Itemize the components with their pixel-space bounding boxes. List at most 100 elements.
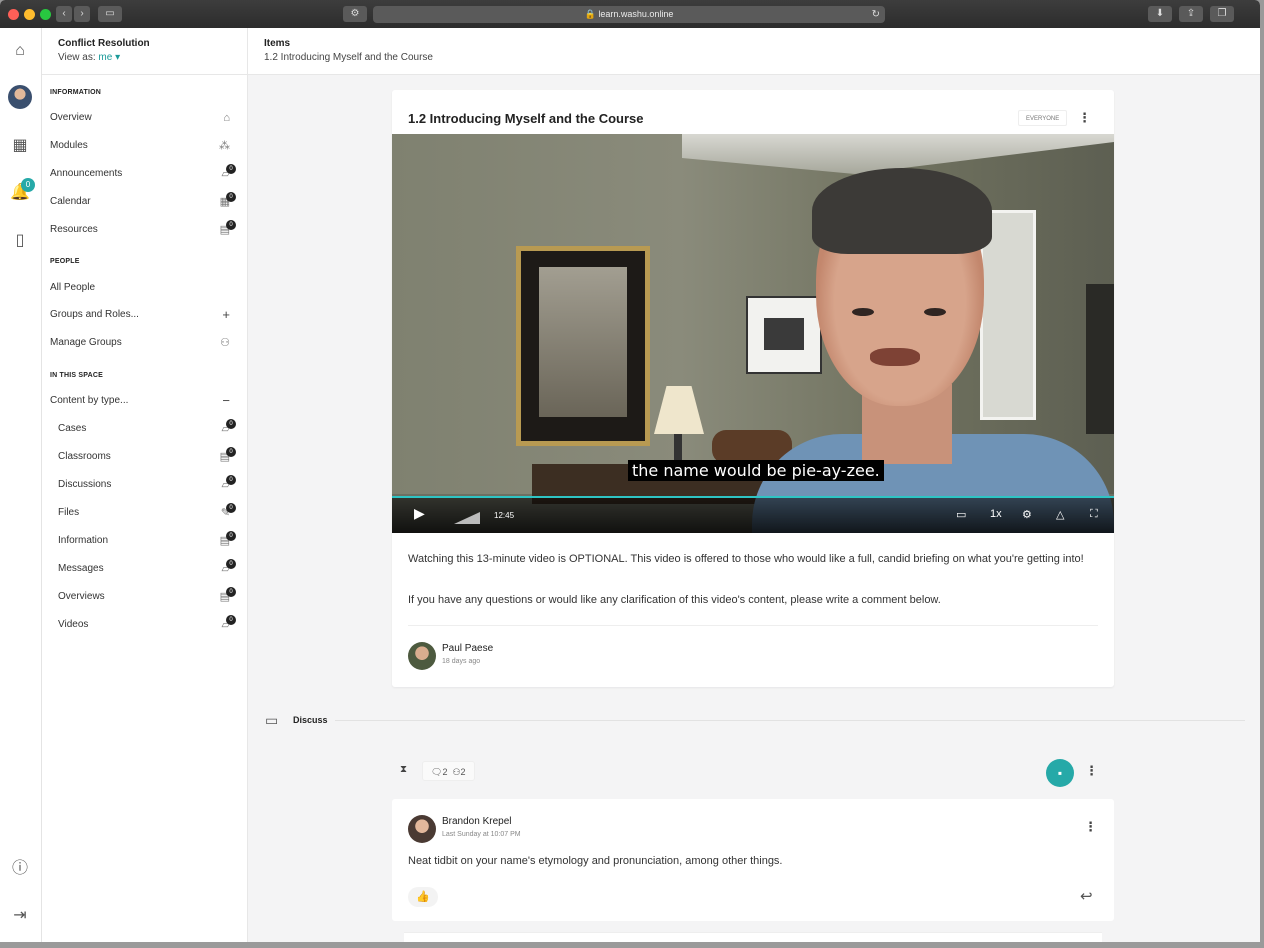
- page-title: 1.2 Introducing Myself and the Course: [264, 52, 433, 63]
- address-bar[interactable]: 🔒 learn.washu.online ↻: [373, 6, 885, 23]
- captions-icon[interactable]: ▭: [956, 508, 966, 521]
- sidebar-item-calendar[interactable]: Calendar ▦ 0: [50, 192, 236, 212]
- forward-icon[interactable]: ›: [74, 6, 90, 22]
- sidebar-item-all-people[interactable]: All People: [50, 278, 236, 298]
- participant-count: 2: [460, 767, 466, 777]
- sidebar-item-files[interactable]: Files ✎ 0: [58, 503, 236, 523]
- video-player[interactable]: the name would be pie-ay-zee. ▶ 12:45 ▭ …: [392, 134, 1114, 533]
- comment-author[interactable]: Brandon Krepel: [442, 816, 512, 827]
- browser-titlebar: ‹ › ▭ ⚙ 🔒 learn.washu.online ↻ ⬇ ⇪ ❐: [0, 0, 1260, 28]
- user-avatar[interactable]: [8, 85, 32, 109]
- sidebar-item-overviews[interactable]: Overviews ▤ 0: [58, 587, 236, 607]
- avatar[interactable]: [408, 642, 436, 670]
- view-as-selector[interactable]: View as: me ▾: [58, 52, 247, 63]
- audience-badge[interactable]: EVERYONE: [1018, 110, 1068, 126]
- close-window-button[interactable]: [8, 9, 19, 20]
- minus-icon[interactable]: −: [222, 391, 230, 411]
- home-icon[interactable]: ⌂: [9, 40, 31, 62]
- zoom-window-button[interactable]: [40, 9, 51, 20]
- sidebar-item-manage-groups[interactable]: Manage Groups ⚇: [50, 333, 236, 353]
- site-settings-icon[interactable]: ⚙: [343, 6, 367, 22]
- notification-badge: 0: [21, 178, 35, 192]
- content-header: Items 1.2 Introducing Myself and the Cou…: [248, 28, 1260, 75]
- section-people: PEOPLE: [50, 258, 80, 265]
- more-options-icon[interactable]: ⋮: [1078, 110, 1091, 126]
- view-as-value[interactable]: me ▾: [98, 52, 120, 63]
- video-time: 12:45: [494, 511, 515, 520]
- avatar[interactable]: [408, 815, 436, 843]
- breadcrumb[interactable]: Items: [264, 38, 1260, 49]
- sidebar-item-modules[interactable]: Modules ⁂: [50, 136, 236, 156]
- author-name[interactable]: Paul Paese: [442, 643, 493, 654]
- reply-icon[interactable]: ↩: [1080, 887, 1093, 905]
- thumbs-up-icon[interactable]: 👍: [408, 887, 438, 907]
- share-icon[interactable]: ⇪: [1179, 6, 1203, 22]
- download-icon[interactable]: ⬇: [1148, 6, 1172, 22]
- video-controls: ▶ 12:45 ▭ 1x ⚙ △ ⛶: [392, 498, 1114, 533]
- count-badge: 0: [226, 475, 236, 485]
- discuss-icon: ▭: [265, 712, 279, 728]
- discussion-stats: 🗨2 ⚇2: [422, 761, 475, 781]
- settings-icon[interactable]: ⚙: [1022, 508, 1032, 521]
- sidebar-item-cases[interactable]: Cases ▱ 0: [58, 419, 236, 439]
- sidebar-item-groups-and-roles[interactable]: Groups and Roles... +: [50, 305, 236, 325]
- play-icon[interactable]: ▶: [414, 505, 425, 522]
- comment-timestamp: Last Sunday at 10:07 PM: [442, 831, 521, 838]
- fullscreen-icon[interactable]: ⛶: [1090, 508, 1098, 521]
- home-icon: ⌂: [223, 112, 230, 124]
- count-badge: 0: [226, 220, 236, 230]
- sidebar-toggle-icon[interactable]: ▭: [98, 6, 122, 22]
- tabs-overview-icon[interactable]: ❐: [1210, 6, 1234, 22]
- global-nav-rail: ⌂ ▦ 🔔 0 ▯ ⓘ ⇥: [0, 28, 42, 942]
- course-header: Conflict Resolution View as: me ▾: [42, 28, 247, 75]
- count-badge: 0: [226, 503, 236, 513]
- more-options-icon[interactable]: ⋮: [1084, 819, 1097, 835]
- sidebar-item-content-by-type[interactable]: Content by type... −: [50, 391, 236, 411]
- sidebar-item-classrooms[interactable]: Classrooms ▤ 0: [58, 447, 236, 467]
- sidebar-item-overview[interactable]: Overview ⌂: [50, 108, 236, 128]
- sidebar-item-information[interactable]: Information ▤ 0: [58, 531, 236, 551]
- section-in-this-space: IN THIS SPACE: [50, 372, 104, 379]
- next-comment: [404, 932, 1102, 942]
- url-text: learn.washu.online: [598, 9, 674, 19]
- reload-icon[interactable]: ↻: [872, 6, 880, 23]
- video-caption: the name would be pie-ay-zee.: [628, 460, 884, 481]
- sidebar-item-discussions[interactable]: Discussions ▱ 0: [58, 475, 236, 495]
- comment-count: 2: [442, 767, 448, 777]
- count-badge: 0: [226, 615, 236, 625]
- more-options-icon[interactable]: ⋮: [1085, 763, 1098, 779]
- bookmark-icon[interactable]: ▯: [9, 230, 31, 252]
- volume-slider[interactable]: [454, 512, 480, 524]
- post-timestamp: 18 days ago: [442, 658, 481, 665]
- playback-speed[interactable]: 1x: [990, 508, 1002, 520]
- browser-window: ‹ › ▭ ⚙ 🔒 learn.washu.online ↻ ⬇ ⇪ ❐ ⌂ ▦…: [0, 0, 1260, 942]
- count-badge: 0: [226, 447, 236, 457]
- course-sidebar: Conflict Resolution View as: me ▾ INFORM…: [42, 28, 248, 942]
- count-badge: 0: [226, 419, 236, 429]
- item-description: If you have any questions or would like …: [408, 594, 941, 606]
- count-badge: 0: [226, 164, 236, 174]
- airplay-icon[interactable]: △: [1056, 508, 1064, 521]
- logout-icon[interactable]: ⇥: [9, 905, 31, 927]
- sidebar-item-resources[interactable]: Resources ▤ 0: [50, 220, 236, 240]
- back-icon[interactable]: ‹: [56, 6, 72, 22]
- collapse-icon[interactable]: ⧗: [400, 764, 407, 775]
- count-badge: 0: [226, 559, 236, 569]
- count-badge: 0: [226, 192, 236, 202]
- section-information: INFORMATION: [50, 89, 102, 96]
- sidebar-item-videos[interactable]: Videos ▱ 0: [58, 615, 236, 635]
- plus-icon[interactable]: +: [222, 305, 230, 325]
- participants-icon: ⚇: [452, 767, 461, 777]
- comment-text: Neat tidbit on your name's etymology and…: [408, 855, 783, 867]
- sidebar-item-messages[interactable]: Messages ▱ 0: [58, 559, 236, 579]
- sidebar-item-announcements[interactable]: Announcements ▱ 0: [50, 164, 236, 184]
- calendar-icon[interactable]: ▦: [9, 135, 31, 157]
- discuss-heading: Discuss: [293, 715, 328, 725]
- count-badge: 0: [226, 587, 236, 597]
- help-icon[interactable]: ⓘ: [9, 858, 31, 880]
- comments-icon: 🗨: [431, 767, 443, 777]
- count-badge: 0: [226, 531, 236, 541]
- add-comment-button[interactable]: ▪: [1046, 759, 1074, 787]
- minimize-window-button[interactable]: [24, 9, 35, 20]
- comment: Brandon Krepel Last Sunday at 10:07 PM ⋮…: [392, 799, 1114, 921]
